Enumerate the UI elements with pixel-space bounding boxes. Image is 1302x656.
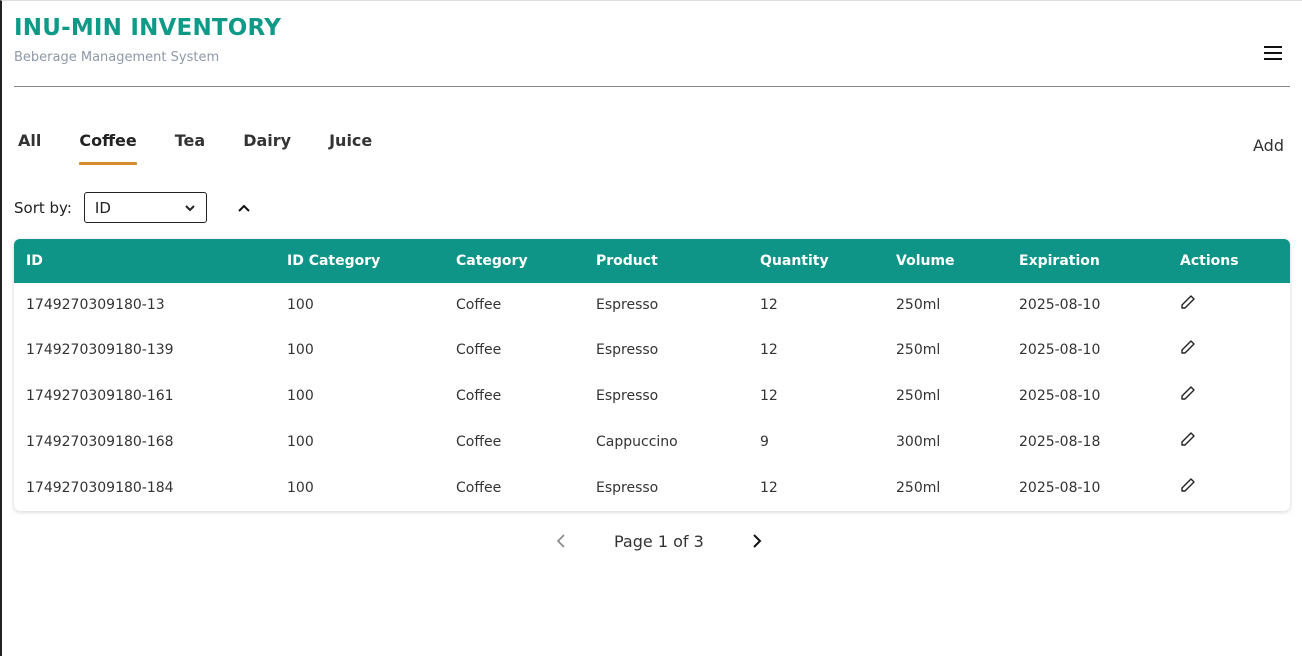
tab-tea[interactable]: Tea xyxy=(175,131,205,165)
table-row: 1749270309180-139 100 Coffee Espresso 12… xyxy=(14,327,1290,373)
cell-id: 1749270309180-139 xyxy=(26,342,174,358)
cell-volume: 250ml xyxy=(896,388,941,404)
cell-quantity: 12 xyxy=(760,297,778,313)
next-page-button[interactable] xyxy=(746,531,766,551)
cell-product: Cappuccino xyxy=(596,434,678,450)
column-header-actions: Actions xyxy=(1180,253,1239,269)
cell-product: Espresso xyxy=(596,297,659,313)
cell-id-category: 100 xyxy=(287,388,314,404)
cell-actions xyxy=(1168,283,1290,327)
cell-id-category: 100 xyxy=(287,480,314,496)
table-row: 1749270309180-184 100 Coffee Espresso 12… xyxy=(14,465,1290,511)
cell-id: 1749270309180-161 xyxy=(26,388,174,404)
cell-actions xyxy=(1168,419,1290,465)
cell-category: Coffee xyxy=(456,388,502,404)
edit-icon[interactable] xyxy=(1180,294,1196,310)
category-tabs: All Coffee Tea Dairy Juice xyxy=(18,131,410,165)
chevron-right-icon xyxy=(753,534,762,548)
cell-product: Espresso xyxy=(596,388,659,404)
edit-icon[interactable] xyxy=(1180,385,1196,401)
table-row: 1749270309180-13 100 Coffee Espresso 12 … xyxy=(14,283,1290,327)
cell-expiration: 2025-08-10 xyxy=(1019,480,1101,496)
cell-category: Coffee xyxy=(456,434,502,450)
chevron-down-icon xyxy=(185,204,195,211)
table-row: 1749270309180-168 100 Coffee Cappuccino … xyxy=(14,419,1290,465)
cell-volume: 250ml xyxy=(896,297,941,313)
edit-icon[interactable] xyxy=(1180,339,1196,355)
cell-actions xyxy=(1168,327,1290,373)
column-header-expiration: Expiration xyxy=(1019,253,1100,269)
cell-category: Coffee xyxy=(456,480,502,496)
column-header-id-category: ID Category xyxy=(287,253,381,269)
column-header-id: ID xyxy=(26,253,43,269)
cell-id-category: 100 xyxy=(287,342,314,358)
cell-actions xyxy=(1168,373,1290,419)
cell-volume: 250ml xyxy=(896,342,941,358)
column-header-volume: Volume xyxy=(896,253,955,269)
cell-id-category: 100 xyxy=(287,297,314,313)
table-row: 1749270309180-161 100 Coffee Espresso 12… xyxy=(14,373,1290,419)
edit-icon[interactable] xyxy=(1180,431,1196,447)
page-indicator: Page 1 of 3 xyxy=(614,531,704,551)
inventory-table: ID ID Category Category Product Quantity… xyxy=(14,239,1290,511)
app-header: INU-MIN INVENTORY Beberage Management Sy… xyxy=(14,1,1290,87)
sort-direction-toggle[interactable] xyxy=(235,199,253,217)
cell-product: Espresso xyxy=(596,480,659,496)
app-subtitle: Beberage Management System xyxy=(14,50,220,65)
cell-expiration: 2025-08-10 xyxy=(1019,297,1101,313)
sort-controls: Sort by: ID xyxy=(14,192,253,223)
cell-volume: 250ml xyxy=(896,480,941,496)
cell-actions xyxy=(1168,465,1290,511)
app-title: INU-MIN INVENTORY xyxy=(14,15,282,41)
column-header-product: Product xyxy=(596,253,658,269)
cell-id: 1749270309180-168 xyxy=(26,434,174,450)
hamburger-menu-icon[interactable] xyxy=(1264,45,1284,61)
cell-quantity: 12 xyxy=(760,342,778,358)
table-header-row: ID ID Category Category Product Quantity… xyxy=(14,239,1290,283)
column-header-quantity: Quantity xyxy=(760,253,829,269)
cell-id-category: 100 xyxy=(287,434,314,450)
edit-icon[interactable] xyxy=(1180,477,1196,493)
sort-selected-value: ID xyxy=(94,198,111,217)
cell-expiration: 2025-08-18 xyxy=(1019,434,1101,450)
cell-category: Coffee xyxy=(456,342,502,358)
cell-volume: 300ml xyxy=(896,434,941,450)
tab-dairy[interactable]: Dairy xyxy=(243,131,291,165)
sort-select[interactable]: ID xyxy=(83,192,207,223)
cell-category: Coffee xyxy=(456,297,502,313)
sort-label: Sort by: xyxy=(14,198,72,217)
add-button[interactable]: Add xyxy=(1253,136,1284,155)
tab-juice[interactable]: Juice xyxy=(329,131,372,165)
cell-product: Espresso xyxy=(596,342,659,358)
cell-expiration: 2025-08-10 xyxy=(1019,342,1101,358)
cell-id: 1749270309180-13 xyxy=(26,297,165,313)
tab-coffee[interactable]: Coffee xyxy=(79,131,138,165)
chevron-up-icon xyxy=(238,204,250,212)
pagination: Page 1 of 3 xyxy=(552,529,766,553)
tab-all[interactable]: All xyxy=(18,131,41,165)
cell-id: 1749270309180-184 xyxy=(26,480,174,496)
cell-expiration: 2025-08-10 xyxy=(1019,388,1101,404)
previous-page-button[interactable] xyxy=(552,531,572,551)
cell-quantity: 12 xyxy=(760,388,778,404)
cell-quantity: 12 xyxy=(760,480,778,496)
cell-quantity: 9 xyxy=(760,434,769,450)
chevron-left-icon xyxy=(556,534,565,548)
column-header-category: Category xyxy=(456,253,528,269)
